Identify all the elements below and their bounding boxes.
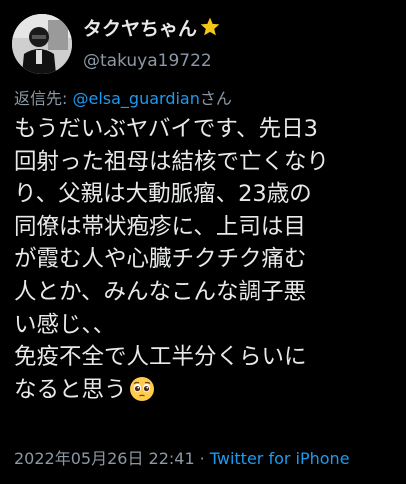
tweet-line-last: なると思う (14, 374, 398, 412)
tweet-line: もうだいぶヤバイです、先日3 (14, 116, 318, 142)
tweet-text: もうだいぶヤバイです、先日3 回射った祖母は結核で亡くなり り、父親は大動脈瘤、… (14, 113, 398, 411)
tweet-line: 人とか、みんなこんな調子悪 (14, 278, 307, 305)
user-handle[interactable]: @takuya19722 (83, 49, 221, 73)
reply-to-line: 返信先: @elsa_guardianさん (14, 88, 232, 110)
tweet-line: い感じ、、 (14, 311, 116, 338)
meta-separator: · (199, 449, 205, 468)
tweet-line: が霞む人や心臓チクチク痛む (14, 246, 307, 273)
tweet-line: 回射った祖母は結核で亡くなり (14, 148, 330, 175)
pleading-face-icon (129, 376, 155, 412)
author-block: タクヤちゃん @takuya19722 (83, 16, 221, 73)
display-name[interactable]: タクヤちゃん (83, 18, 197, 40)
tweet-line: 免疫不全で人工半分くらいに (14, 344, 307, 371)
tweet-line: り、父親は大動脈瘤、23歳の (14, 181, 312, 208)
reply-prefix: 返信先: (14, 89, 68, 108)
source-link[interactable]: Twitter for iPhone (210, 449, 350, 468)
avatar[interactable] (12, 14, 72, 74)
display-name-row[interactable]: タクヤちゃん (83, 16, 221, 45)
reply-target-link[interactable]: @elsa_guardian (73, 89, 200, 108)
tweet-line: 同僚は帯状疱疹に、上司は目 (14, 213, 306, 240)
tweet-meta: 2022年05月26日 22:41 · Twitter for iPhone (14, 448, 350, 470)
timestamp-link[interactable]: 2022年05月26日 22:41 (14, 449, 195, 468)
tweet-line: なると思う (14, 376, 127, 403)
reply-suffix: さん (199, 89, 232, 108)
tweet-card: タクヤちゃん @takuya19722 返信先: @elsa_guardianさ… (0, 0, 406, 484)
star-icon (199, 16, 221, 45)
